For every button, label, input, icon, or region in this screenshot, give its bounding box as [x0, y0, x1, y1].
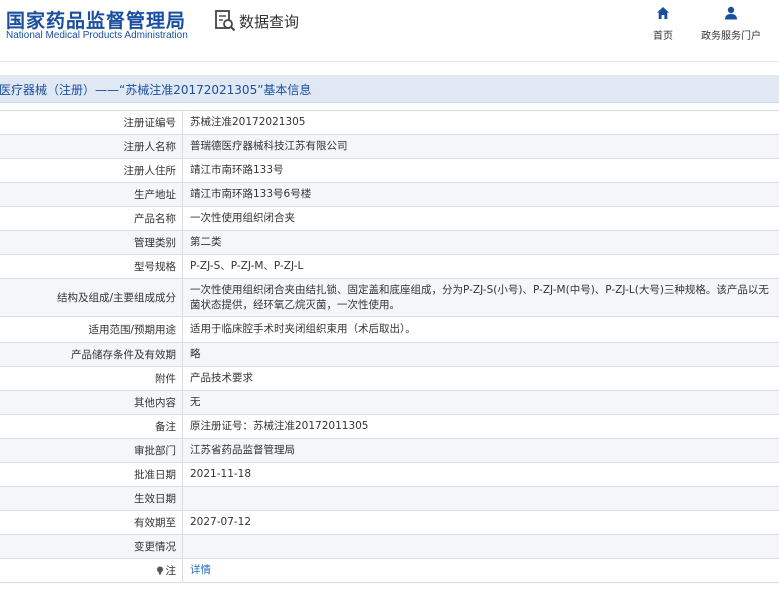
- nav-home[interactable]: 首页: [648, 6, 678, 43]
- table-row: 适用范围/预期用途 适用于临床腔手术时夹闭组织束用（术后取出）。: [0, 317, 779, 343]
- table-row: 注册证编号 苏械注准20172021305: [0, 111, 779, 135]
- table-row: 审批部门 江苏省药品监督管理局: [0, 439, 779, 463]
- row-label: 有效期至: [0, 511, 183, 534]
- table-row: 注 详情: [0, 559, 779, 583]
- row-value: 普瑞德医疗器械科技江苏有限公司: [190, 140, 348, 152]
- table-row: 型号规格 P-ZJ-S、P-ZJ-M、P-ZJ-L: [0, 255, 779, 279]
- row-label: 审批部门: [0, 439, 183, 462]
- search-document-icon: [215, 10, 236, 32]
- table-row: 产品储存条件及有效期 略: [0, 343, 779, 367]
- row-value: 一次性使用组织闭合夹: [190, 212, 295, 224]
- row-value: 详情: [183, 559, 779, 582]
- table-row: 其他内容 无: [0, 391, 779, 415]
- row-value: P-ZJ-S、P-ZJ-M、P-ZJ-L: [190, 260, 304, 272]
- table-row: 备注 原注册证号：苏械注准20172011305: [0, 415, 779, 439]
- row-value: 江苏省药品监督管理局: [190, 444, 295, 456]
- row-value: 无: [190, 396, 201, 408]
- home-icon: [657, 7, 669, 19]
- nav-service-portal-label: 政务服务门户: [701, 31, 761, 42]
- data-query-link[interactable]: 数据查询: [214, 9, 299, 33]
- table-row: 注册人名称 普瑞德医疗器械科技江苏有限公司: [0, 135, 779, 159]
- record-title: 医疗器械（注册）——“苏械注准20172021305”基本信息: [0, 83, 312, 97]
- row-label: 生产地址: [0, 183, 183, 206]
- site-header: 国家药品监督管理局 National Medical Products Admi…: [0, 0, 779, 62]
- table-row: 有效期至 2027-07-12: [0, 511, 779, 535]
- table-row: 结构及组成/主要组成成分 一次性使用组织闭合夹由结扎锁、固定盖和底座组成，分为P…: [0, 279, 779, 317]
- row-label: 其他内容: [0, 391, 183, 414]
- row-label: 产品储存条件及有效期: [0, 343, 183, 366]
- lightbulb-icon: [156, 566, 163, 575]
- row-label: 注册人名称: [0, 135, 183, 158]
- row-label: 型号规格: [0, 255, 183, 278]
- logo-english[interactable]: National Medical Products Administration: [6, 30, 188, 41]
- row-value: 第二类: [190, 236, 222, 248]
- row-value: 2021-11-18: [190, 468, 252, 480]
- table-row: 管理类别 第二类: [0, 231, 779, 255]
- row-value: 适用于临床腔手术时夹闭组织束用（术后取出）。: [190, 323, 416, 335]
- user-icon: [725, 6, 737, 20]
- table-row: 批准日期 2021-11-18: [0, 463, 779, 487]
- row-label: 注册人住所: [0, 159, 183, 182]
- data-query-label: 数据查询: [239, 12, 300, 31]
- row-value: 靖江市南环路133号: [190, 164, 284, 176]
- row-value: 靖江市南环路133号6号楼: [190, 188, 312, 200]
- row-label: 批准日期: [0, 463, 183, 486]
- row-label: 注: [0, 559, 183, 582]
- row-label: 注册证编号: [0, 111, 183, 134]
- row-value: 产品技术要求: [190, 372, 253, 384]
- info-table: 注册证编号 苏械注准20172021305 注册人名称 普瑞德医疗器械科技江苏有…: [0, 110, 779, 583]
- row-label: 产品名称: [0, 207, 183, 230]
- table-row: 变更情况: [0, 535, 779, 559]
- table-row: 附件 产品技术要求: [0, 367, 779, 391]
- row-label: 结构及组成/主要组成成分: [0, 279, 183, 316]
- table-row: 产品名称 一次性使用组织闭合夹: [0, 207, 779, 231]
- logo-chinese[interactable]: 国家药品监督管理局: [6, 6, 186, 33]
- row-value: 苏械注准20172021305: [190, 116, 306, 128]
- row-value: 2027-07-12: [190, 516, 252, 528]
- table-row: 生效日期: [0, 487, 779, 511]
- table-row: 注册人住所 靖江市南环路133号: [0, 159, 779, 183]
- row-label: 备注: [0, 415, 183, 438]
- row-value: [183, 535, 779, 558]
- row-value: [183, 487, 779, 510]
- row-label: 附件: [0, 367, 183, 390]
- nav-home-label: 首页: [653, 31, 673, 42]
- row-value: 原注册证号：苏械注准20172011305: [190, 420, 369, 432]
- row-label: 适用范围/预期用途: [0, 317, 183, 342]
- details-link[interactable]: 详情: [190, 563, 211, 578]
- row-label: 生效日期: [0, 487, 183, 510]
- row-value: 一次性使用组织闭合夹由结扎锁、固定盖和底座组成，分为P-ZJ-S(小号)、P-Z…: [190, 283, 769, 311]
- note-label: 注: [165, 565, 177, 577]
- row-label: 变更情况: [0, 535, 183, 558]
- record-title-bar: 医疗器械（注册）——“苏械注准20172021305”基本信息: [0, 75, 779, 103]
- row-value: 略: [190, 348, 201, 360]
- row-label: 管理类别: [0, 231, 183, 254]
- table-row: 生产地址 靖江市南环路133号6号楼: [0, 183, 779, 207]
- nav-service-portal[interactable]: 政务服务门户: [700, 6, 762, 43]
